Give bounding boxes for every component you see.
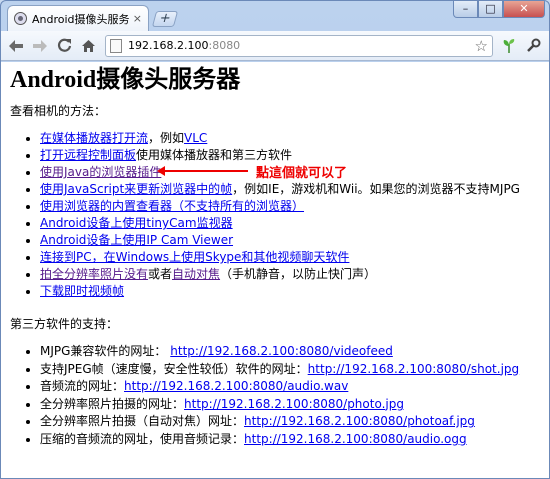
url-port: :8080 [208, 39, 241, 52]
annotation-arrow-icon [157, 166, 248, 176]
thirdparty-heading: 第三方软件的支持： [10, 317, 119, 331]
toolbar: 192.168.2.100 :8080 ☆ [1, 31, 549, 61]
photo-url-link[interactable]: http://192.168.2.100:8080/photo.jpg [184, 397, 404, 411]
maximize-button[interactable]: □ [478, 1, 503, 18]
list-item: 全分辨率照片拍摄的网址：http://192.168.2.100:8080/ph… [40, 396, 540, 414]
bookmark-star-icon[interactable]: ☆ [475, 37, 488, 55]
page-title: Android摄像头服务器 [10, 67, 241, 93]
list-item: 压缩的音频流的网址，使用音频记录：http://192.168.2.100:80… [40, 431, 540, 449]
list-item: 拍全分辨率照片没有或者自动对焦（手机静音，以防止快门声） [40, 266, 540, 283]
annotation-callout: 點這個就可以了 [157, 164, 348, 181]
annotation-text: 點這個就可以了 [256, 165, 348, 181]
new-tab-button[interactable]: + [151, 11, 179, 27]
page-icon [110, 38, 122, 53]
leaf-extension-icon[interactable] [497, 35, 521, 57]
methods-list: 在媒体播放器打开流，例如VLC 打开远程控制面板使用媒体播放器和第三方软件 使用… [10, 130, 540, 300]
photoaf-url-link[interactable]: http://192.168.2.100:8080/photoaf.jpg [244, 414, 475, 428]
home-icon[interactable] [77, 35, 99, 57]
java-plugin-link[interactable]: 使用Java的浏览器插件 [40, 165, 161, 179]
reload-icon[interactable] [53, 35, 75, 57]
tab-title: Android摄像头服务器 [32, 12, 129, 26]
builtin-viewer-link[interactable]: 使用浏览器的内置查看器（不支持所有的浏览器） [40, 199, 304, 213]
browser-window: Android摄像头服务器 × + – □ ✕ 192.168.2.100 :8… [0, 0, 550, 479]
videofeed-url-link[interactable]: http://192.168.2.100:8080/videofeed [170, 344, 393, 358]
list-item: Android设备上使用IP Cam Viewer [40, 232, 540, 249]
remote-control-link[interactable]: 打开远程控制面板 [40, 148, 136, 162]
shot-url-link[interactable]: http://192.168.2.100:8080/shot.jpg [308, 362, 519, 376]
tab-close-button[interactable]: × [133, 12, 142, 25]
back-arrow-icon[interactable] [5, 35, 27, 57]
audio-ogg-url-link[interactable]: http://192.168.2.100:8080/audio.ogg [244, 432, 467, 446]
list-item: 使用JavaScript来更新浏览器中的帧，例如IE，游戏机和Wii。如果您的浏… [40, 181, 540, 198]
javascript-link[interactable]: 使用JavaScript来更新浏览器中的帧 [40, 182, 232, 196]
wrench-icon[interactable] [521, 35, 545, 57]
skype-link[interactable]: 连接到PC，在Windows上使用Skype和其他视频聊天软件 [40, 250, 349, 264]
photo-no-af-link[interactable]: 拍全分辨率照片没有 [40, 267, 148, 281]
vlc-link[interactable]: VLC [184, 131, 207, 145]
list-item: 连接到PC，在Windows上使用Skype和其他视频聊天软件 [40, 249, 540, 266]
window-controls: – □ ✕ [453, 1, 545, 18]
methods-heading: 查看相机的方法： [10, 104, 107, 118]
ipcam-viewer-link[interactable]: Android设备上使用IP Cam Viewer [40, 233, 233, 247]
minimize-button[interactable]: – [453, 1, 478, 18]
forward-arrow-icon[interactable] [29, 35, 51, 57]
tab-strip: Android摄像头服务器 × + – □ ✕ [1, 1, 549, 31]
tinycam-link[interactable]: Android设备上使用tinyCam监视器 [40, 216, 233, 230]
thirdparty-list: MJPG兼容软件的网址： http://192.168.2.100:8080/v… [10, 343, 540, 449]
list-item: 在媒体播放器打开流，例如VLC [40, 130, 540, 147]
list-item: 音频流的网址：http://192.168.2.100:8080/audio.w… [40, 378, 540, 396]
close-button[interactable]: ✕ [503, 1, 545, 18]
list-item: 全分辨率照片拍摄（自动对焦）网址：http://192.168.2.100:80… [40, 413, 540, 431]
page-content: Android摄像头服务器 查看相机的方法： 在媒体播放器打开流，例如VLC 打… [1, 62, 549, 478]
list-item: Android设备上使用tinyCam监视器 [40, 215, 540, 232]
photo-af-link[interactable]: 自动对焦 [172, 267, 220, 281]
list-item: MJPG兼容软件的网址： http://192.168.2.100:8080/v… [40, 343, 540, 361]
url-host: 192.168.2.100 [128, 39, 209, 52]
tab-active[interactable]: Android摄像头服务器 × [7, 5, 149, 31]
page-favicon-icon [14, 12, 27, 25]
open-stream-link[interactable]: 在媒体播放器打开流 [40, 131, 148, 145]
download-frame-link[interactable]: 下载即时视频帧 [40, 284, 124, 298]
list-item: 下载即时视频帧 [40, 283, 540, 300]
list-item: 使用浏览器的内置查看器（不支持所有的浏览器） [40, 198, 540, 215]
audio-wav-url-link[interactable]: http://192.168.2.100:8080/audio.wav [124, 379, 348, 393]
list-item: 支持JPEG帧（速度慢，安全性较低）软件的网址：http://192.168.2… [40, 361, 540, 379]
address-bar[interactable]: 192.168.2.100 :8080 ☆ [105, 34, 493, 57]
